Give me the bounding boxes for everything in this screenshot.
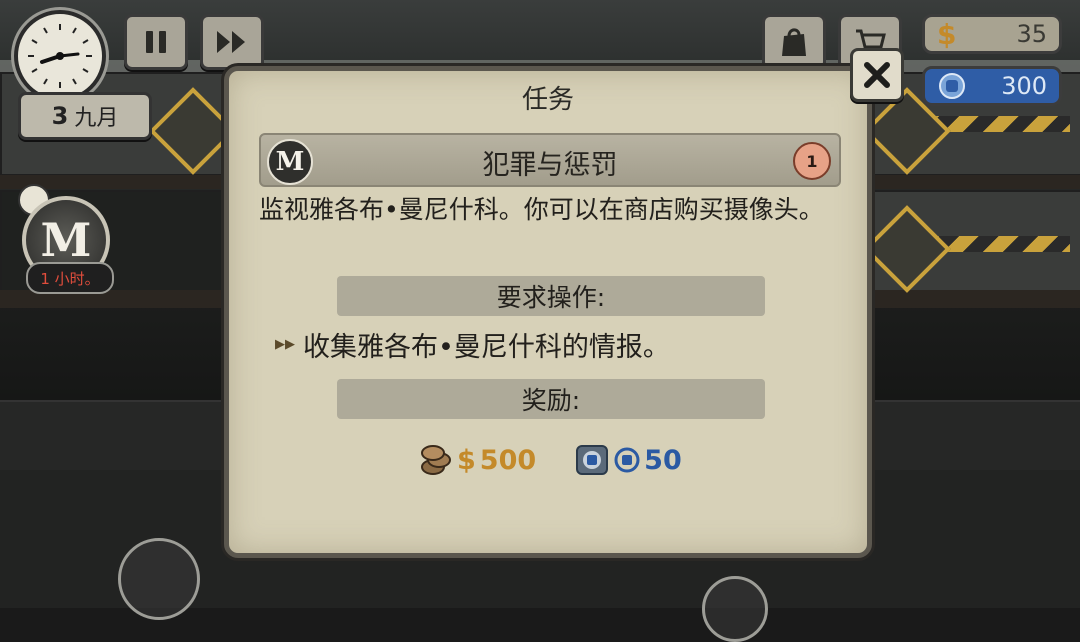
dialog-title: 任务 — [521, 85, 574, 115]
case-timer: 1 小时。 — [26, 262, 114, 294]
money-display: $ 35 — [922, 14, 1062, 54]
inventory-button[interactable] — [762, 14, 826, 70]
reputation-icon — [939, 73, 965, 99]
date-month: 九月 — [74, 106, 119, 131]
date-display: 3 九月 — [18, 92, 152, 140]
reputation-badge-icon — [576, 445, 609, 475]
rewards-header: 奖励: — [337, 379, 765, 419]
reward-money-value: 500 — [479, 444, 537, 476]
coins-icon — [421, 445, 451, 475]
reward-money: $ 500 — [419, 443, 536, 477]
dollar-icon: $ — [457, 444, 476, 476]
case-count-badge: 1 — [793, 142, 831, 180]
money-value: 35 — [1016, 20, 1047, 48]
mission-dialog: 任务 M 犯罪与惩罚 1 监视雅各布•曼尼什科。你可以在商店购买摄像头。 要求操… — [224, 66, 872, 558]
fast-forward-icon — [217, 31, 245, 53]
pause-icon — [146, 31, 166, 53]
requirements-label: 要求操作: — [496, 283, 606, 312]
bullet-arrow-icon: ▶▶ — [275, 337, 295, 352]
cloud-icon[interactable] — [702, 576, 768, 642]
mission-description: 监视雅各布•曼尼什科。你可以在商店购买摄像头。 — [259, 195, 824, 224]
close-icon — [864, 62, 890, 88]
clock-icon — [14, 10, 106, 102]
rewards-label: 奖励: — [521, 386, 581, 415]
fast-forward-button[interactable] — [200, 14, 264, 70]
requirements-header: 要求操作: — [337, 276, 765, 316]
dollar-icon: $ — [937, 17, 957, 51]
reward-reputation: 50 — [574, 443, 682, 477]
pause-button[interactable] — [124, 14, 188, 70]
rewards-row: $ 500 50 — [419, 443, 682, 477]
task-text: 收集雅各布•曼尼什科的情报。 — [303, 332, 670, 363]
case-title: 犯罪与惩罚 — [482, 150, 618, 181]
bag-icon — [782, 28, 806, 56]
close-button[interactable] — [850, 48, 904, 102]
reputation-value: 300 — [1001, 72, 1047, 100]
reward-reputation-value: 50 — [644, 444, 682, 476]
reputation-display: 300 — [922, 66, 1062, 106]
date-day: 3 — [51, 102, 69, 130]
reputation-icon — [614, 447, 640, 473]
case-header: M 犯罪与惩罚 1 — [259, 133, 841, 187]
task-item: ▶▶ 收集雅各布•曼尼什科的情报。 — [275, 325, 670, 364]
